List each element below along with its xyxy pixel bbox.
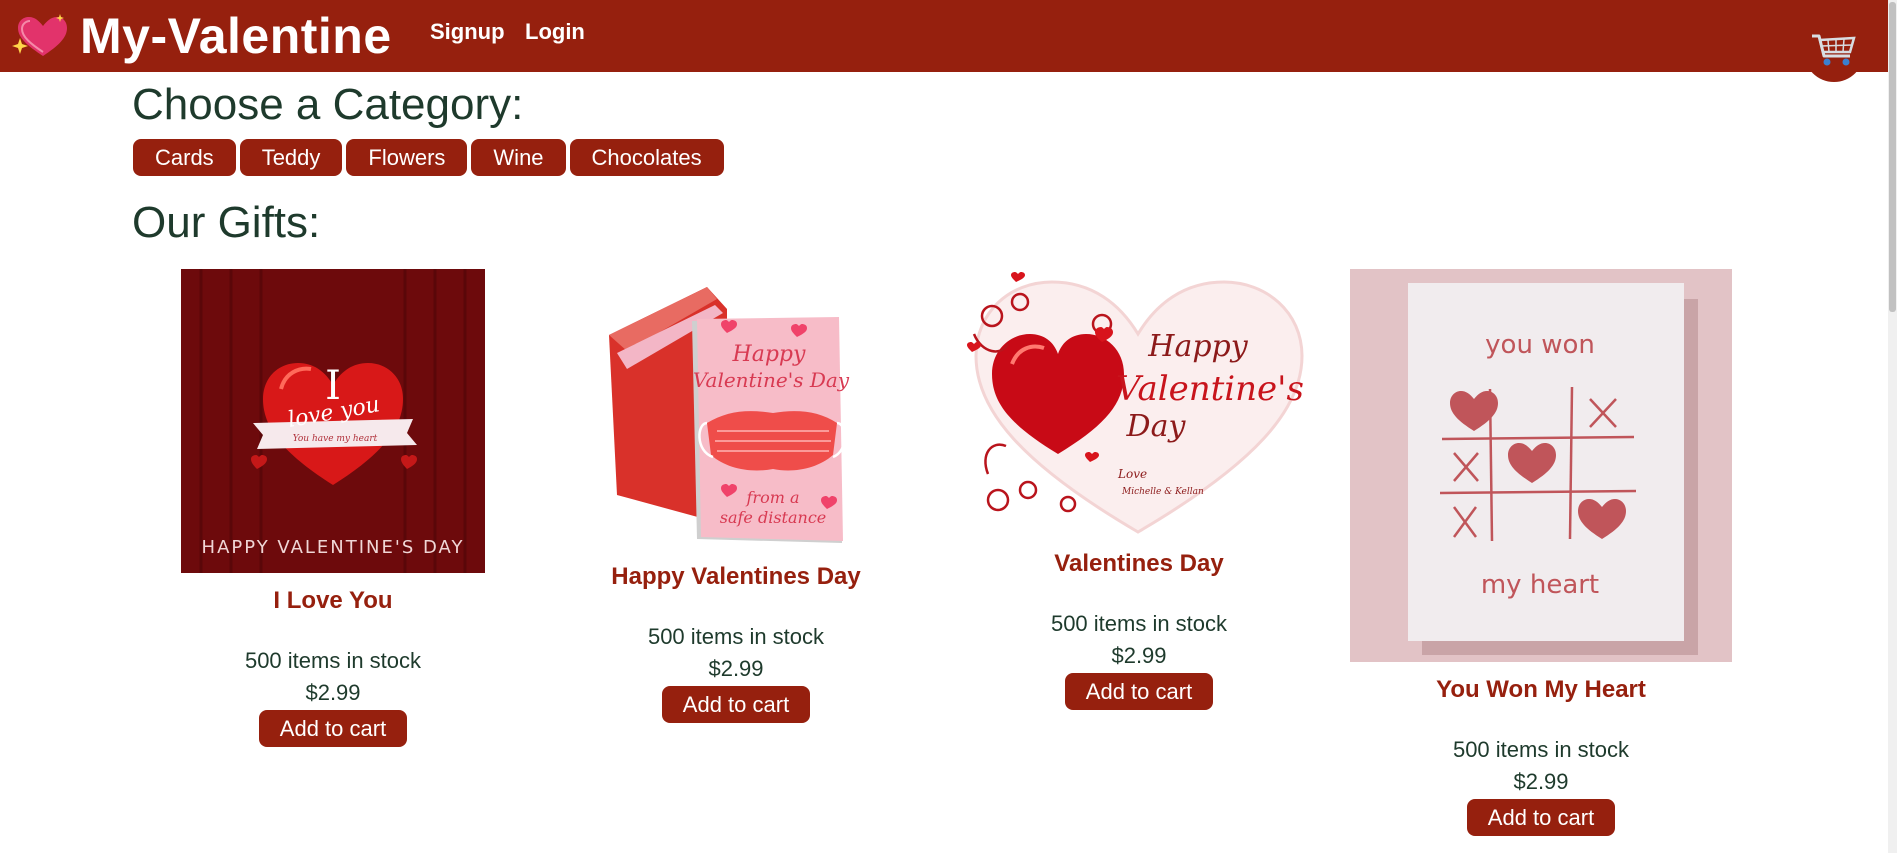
- product-image-valentines-day[interactable]: Happy Valentine's Day Love Michelle & Ke…: [962, 264, 1316, 536]
- product-card: Happy Valentine's Day from a safe distan…: [534, 273, 938, 723]
- product-price: $2.99: [1513, 769, 1569, 794]
- category-wine-button[interactable]: Wine: [471, 139, 566, 176]
- image-you-won-text: you won: [1485, 330, 1595, 360]
- product-price: $2.99: [305, 680, 361, 705]
- image-day-text: Day: [1126, 409, 1187, 444]
- image-happy-text: Happy: [1147, 329, 1248, 364]
- sparkling-heart-icon: [12, 14, 67, 56]
- image-from-a-text: from a: [746, 488, 800, 507]
- image-love-text: Love: [1117, 467, 1147, 481]
- product-title[interactable]: Valentines Day: [937, 550, 1341, 578]
- product-image-happy-valentines-day[interactable]: Happy Valentine's Day from a safe distan…: [597, 273, 875, 549]
- add-to-cart-button[interactable]: Add to cart: [661, 686, 811, 723]
- product-stock: 500 items in stock: [1050, 611, 1228, 636]
- product-image-i-love-you[interactable]: I love you You have my heart HAPPY VALEN…: [181, 269, 485, 573]
- scrollbar-thumb[interactable]: [1889, 2, 1896, 312]
- brand-name: My-Valentine: [80, 8, 392, 64]
- product-stock: 500 items in stock: [647, 624, 825, 649]
- product-card: I love you You have my heart HAPPY VALEN…: [131, 269, 535, 747]
- product-title[interactable]: I Love You: [131, 587, 535, 615]
- image-ribbon-text: You have my heart: [293, 434, 378, 444]
- product-price: $2.99: [1111, 643, 1167, 668]
- product-card: Happy Valentine's Day Love Michelle & Ke…: [937, 264, 1341, 710]
- cart-button[interactable]: [1804, 22, 1864, 82]
- product-image-you-won-my-heart[interactable]: you won my heart: [1350, 269, 1732, 662]
- add-to-cart-button[interactable]: Add to cart: [258, 710, 408, 747]
- add-to-cart-button[interactable]: Add to cart: [1064, 673, 1214, 710]
- image-valentines-day-text: Valentine's Day: [693, 368, 850, 392]
- product-title[interactable]: You Won My Heart: [1339, 676, 1743, 704]
- category-teddy-button[interactable]: Teddy: [239, 139, 343, 176]
- image-safe-distance-text: safe distance: [720, 508, 827, 527]
- category-chocolates-button[interactable]: Chocolates: [569, 139, 724, 176]
- category-heading: Choose a Category:: [132, 80, 524, 129]
- shopping-cart-icon: [1812, 34, 1856, 66]
- signup-link[interactable]: Signup: [430, 19, 505, 45]
- product-stock: 500 items in stock: [244, 648, 422, 673]
- image-happy-text: Happy: [732, 342, 806, 367]
- brand-link[interactable]: My-Valentine: [10, 6, 392, 66]
- image-signature-text: Michelle & Kellan: [1121, 487, 1204, 497]
- image-valentines-text: Valentine's: [1116, 369, 1304, 409]
- category-cards-button[interactable]: Cards: [133, 139, 236, 176]
- category-flowers-button[interactable]: Flowers: [346, 139, 468, 176]
- login-link[interactable]: Login: [525, 19, 585, 45]
- add-to-cart-button[interactable]: Add to cart: [1466, 799, 1616, 836]
- product-stock: 500 items in stock: [1452, 737, 1630, 762]
- product-title[interactable]: Happy Valentines Day: [534, 563, 938, 591]
- product-price: $2.99: [708, 656, 764, 681]
- image-footer-text: HAPPY VALENTINE'S DAY: [202, 537, 465, 558]
- product-card: you won my heart You Won My Heart 500 it…: [1339, 269, 1743, 836]
- gifts-heading: Our Gifts:: [132, 198, 321, 247]
- top-navbar: My-Valentine Signup Login: [0, 0, 1888, 72]
- image-my-heart-text: my heart: [1481, 570, 1599, 600]
- category-list: Cards Teddy Flowers Wine Chocolates: [133, 139, 724, 176]
